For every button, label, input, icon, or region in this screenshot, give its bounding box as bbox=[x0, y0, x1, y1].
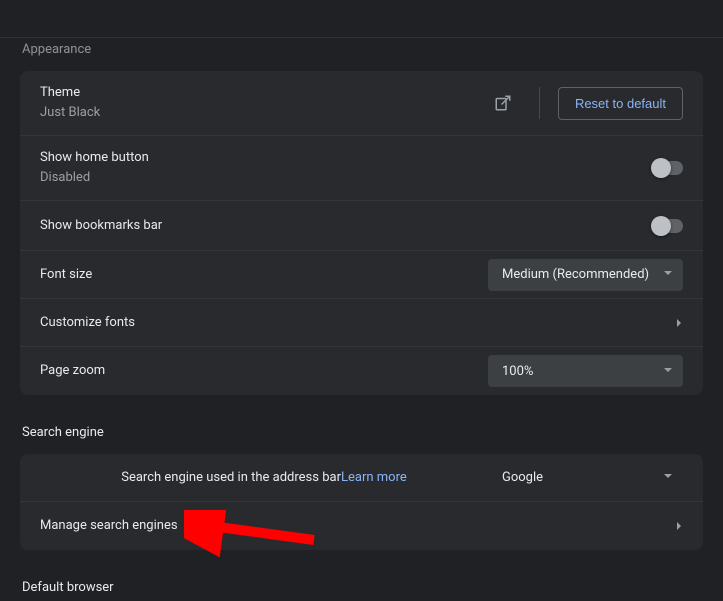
address-bar-engine-value: Google bbox=[502, 470, 543, 485]
open-external-icon[interactable] bbox=[485, 85, 521, 121]
search-card: Search engine used in the address bar Le… bbox=[20, 454, 703, 550]
page-zoom-select[interactable]: 100% bbox=[488, 355, 683, 387]
home-button-toggle[interactable] bbox=[653, 161, 683, 175]
address-bar-engine-row: Search engine used in the address bar Le… bbox=[20, 454, 703, 502]
caret-down-icon bbox=[663, 470, 673, 485]
chevron-right-icon bbox=[676, 318, 683, 328]
bookmarks-row: Show bookmarks bar bbox=[20, 201, 703, 251]
theme-value: Just Black bbox=[40, 103, 485, 123]
customize-fonts-label: Customize fonts bbox=[40, 313, 676, 333]
caret-down-icon bbox=[663, 267, 673, 282]
page-zoom-value: 100% bbox=[502, 364, 533, 379]
chevron-right-icon bbox=[676, 521, 683, 531]
bookmarks-toggle[interactable] bbox=[653, 219, 683, 233]
font-size-row: Font size Medium (Recommended) bbox=[20, 251, 703, 299]
page-zoom-label: Page zoom bbox=[40, 361, 488, 381]
appearance-card: Theme Just Black Reset to default Show h… bbox=[20, 71, 703, 395]
manage-search-engines-row[interactable]: Manage search engines bbox=[20, 502, 703, 550]
window-titlebar bbox=[0, 0, 723, 38]
section-title-appearance: Appearance bbox=[20, 38, 703, 71]
manage-search-engines-label: Manage search engines bbox=[40, 516, 676, 536]
address-bar-engine-select[interactable]: Google bbox=[488, 462, 683, 494]
font-size-select[interactable]: Medium (Recommended) bbox=[488, 259, 683, 291]
bookmarks-label: Show bookmarks bar bbox=[40, 216, 653, 236]
section-title-search: Search engine bbox=[20, 421, 703, 454]
caret-down-icon bbox=[663, 364, 673, 379]
home-button-label: Show home button bbox=[40, 148, 653, 168]
divider bbox=[539, 87, 540, 119]
theme-label: Theme bbox=[40, 83, 485, 103]
theme-row[interactable]: Theme Just Black Reset to default bbox=[20, 71, 703, 136]
font-size-value: Medium (Recommended) bbox=[502, 267, 649, 282]
customize-fonts-row[interactable]: Customize fonts bbox=[20, 299, 703, 347]
section-title-default-browser: Default browser bbox=[20, 576, 703, 601]
address-bar-engine-label: Search engine used in the address bar bbox=[121, 468, 341, 488]
home-button-value: Disabled bbox=[40, 168, 653, 188]
home-button-row: Show home button Disabled bbox=[20, 136, 703, 201]
font-size-label: Font size bbox=[40, 265, 488, 285]
learn-more-link[interactable]: Learn more bbox=[341, 470, 407, 485]
reset-theme-button[interactable]: Reset to default bbox=[558, 87, 683, 120]
page-zoom-row: Page zoom 100% bbox=[20, 347, 703, 395]
